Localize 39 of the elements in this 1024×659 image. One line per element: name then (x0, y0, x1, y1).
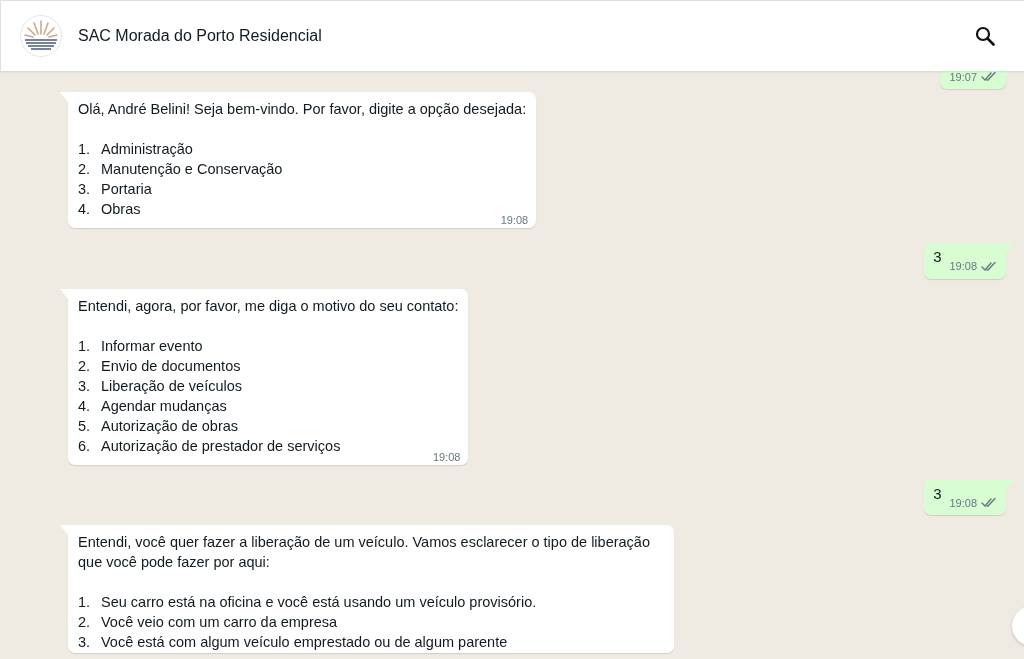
option-text: Manutenção e Conservação (101, 160, 283, 179)
message-time: 19:08 (432, 449, 461, 464)
option-text: Autorização de obras (101, 416, 239, 436)
list-number: 1. (78, 593, 92, 612)
message-time: 19:08 (500, 213, 529, 227)
list-number: 5. (78, 416, 92, 436)
list-number: 1. (78, 140, 92, 159)
list-number: 6. (78, 436, 92, 456)
option-text: Administração (101, 140, 193, 159)
option-text: Você está com algum veículo emprestado ou de algum parente (101, 633, 508, 652)
list-number: 2. (78, 613, 92, 632)
option-text: Você veio com um carro da empresa (101, 613, 338, 632)
logo-icon (20, 15, 62, 57)
message-text: Olá, André Belini! Seja bem-vindo. Por favor, digite a opção desejada: (78, 100, 528, 119)
list-number: 3. (78, 376, 92, 396)
list-number: 2. (78, 160, 92, 179)
list-number: 3. (78, 180, 92, 199)
message-text: Entendi, você quer fazer a liberação de um veículo. Vamos esclarecer o tipo de liberação que você pode fazer por aqui: (78, 533, 651, 572)
list-number: 4. (78, 396, 92, 416)
list-number: 2. (78, 356, 92, 376)
option-text: Obras (101, 200, 141, 219)
option-text: Informar evento (101, 336, 203, 356)
list-number: 1. (78, 336, 92, 356)
message-text: 3 (933, 247, 942, 267)
option-text: Portaria (101, 180, 152, 199)
message-time: 19:07 (949, 69, 977, 85)
list-number: 4. (78, 200, 92, 219)
message-text: Entendi, agora, por favor, me diga o motivo do seu contato: (78, 296, 460, 316)
message-time: 19:08 (949, 495, 977, 511)
list-number: 3. (78, 633, 92, 652)
option-text: Seu carro está na oficina e você está usando um veículo provisório. (101, 593, 537, 612)
option-text: Agendar mudanças (101, 396, 227, 416)
search-icon (975, 26, 995, 46)
message-text: 3 (933, 483, 942, 504)
option-text: Envio de documentos (101, 356, 241, 376)
option-text: Liberação de veículos (101, 376, 243, 396)
option-text: Autorização de prestador de serviços (101, 436, 341, 456)
chat-title: SAC Morada do Porto Residencial (78, 26, 322, 46)
message-time: 19:08 (949, 259, 977, 274)
